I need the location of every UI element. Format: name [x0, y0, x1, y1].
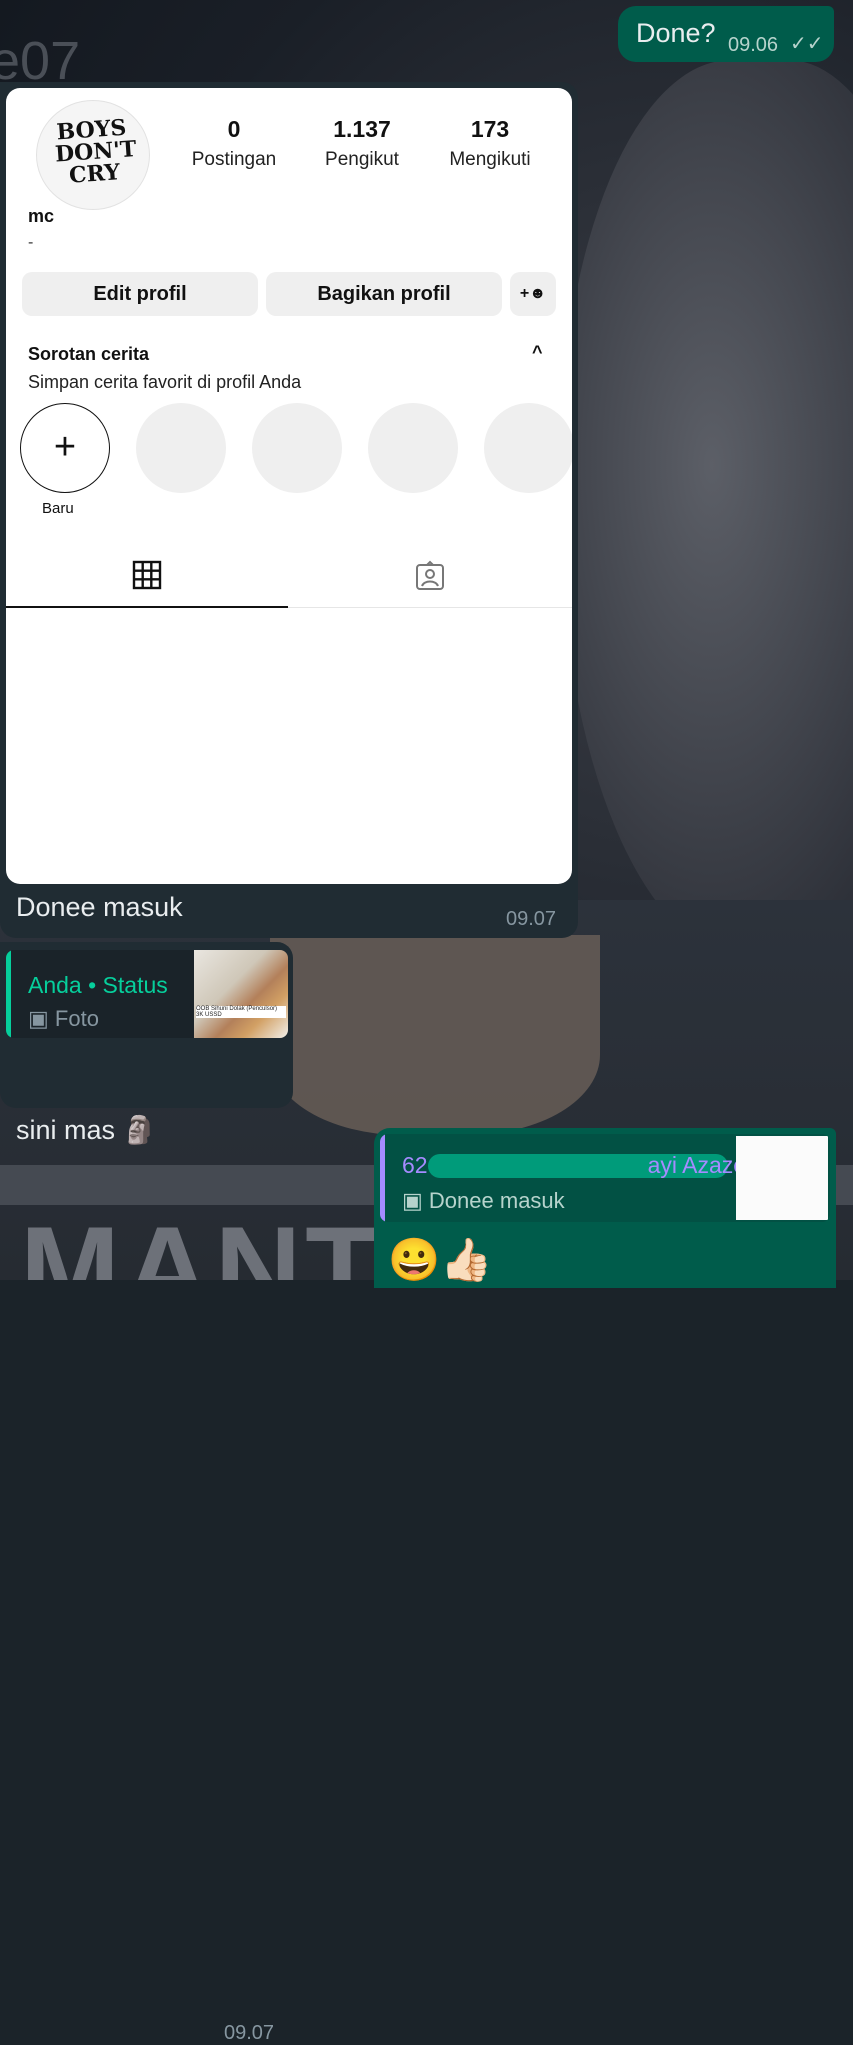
message-text: Done?	[636, 18, 716, 48]
highlights-title: Sorotan cerita	[28, 344, 150, 364]
quote-author: 62 ayi Azazel	[402, 1152, 751, 1179]
quoted-message[interactable]: 62 ayi Azazel ▣ Donee masuk	[380, 1134, 830, 1222]
highlights-subtitle: Simpan cerita favorit di profil Anda	[28, 372, 302, 392]
plus-icon: +	[53, 426, 77, 468]
highlight-placeholder	[368, 403, 458, 493]
instagram-profile-screenshot[interactable]: BOYS DON'T CRY 0 Postingan 1.137 Pengikut …	[6, 88, 572, 884]
quoted-status[interactable]: Anda • Status ▣ Foto OOB Sihuni Dolak (P…	[6, 950, 288, 1038]
highlight-placeholder	[252, 403, 342, 493]
quote-bar	[380, 1134, 385, 1222]
quote-type: ▣ Donee masuk	[402, 1188, 565, 1214]
profile-bio: -	[28, 234, 34, 251]
double-check-icon: ✓✓	[790, 33, 824, 55]
edit-profile-button[interactable]: Edit profil	[22, 272, 258, 316]
stat-followers: 1.137 Pengikut	[302, 116, 422, 171]
new-highlight-button[interactable]: +	[20, 403, 110, 493]
chevron-up-icon[interactable]: ^	[532, 342, 543, 363]
quote-type-label: Donee masuk	[428, 1188, 565, 1213]
stat-value: 0	[227, 116, 241, 142]
wallpaper-face	[560, 60, 853, 960]
stat-label: Pengikut	[325, 149, 399, 170]
add-person-icon[interactable]: +☻	[510, 272, 556, 316]
stat-value: 173	[470, 116, 510, 142]
stat-label: Mengikuti	[449, 149, 531, 170]
highlight-placeholder	[136, 403, 226, 493]
quote-type: ▣ Foto	[28, 1006, 99, 1032]
wallpaper-neck	[270, 935, 600, 1135]
outgoing-message-bubble[interactable]: Done? 09.06 ✓✓	[618, 6, 834, 62]
message-time: 09.07	[506, 908, 557, 930]
stat-posts: 0 Postingan	[174, 116, 294, 171]
stat-value: 1.137	[333, 116, 391, 142]
quoted-thumbnail	[736, 1136, 828, 1220]
stat-following: 173 Mengikuti	[430, 116, 550, 171]
tab-divider	[288, 607, 572, 608]
message-text: 😀👍🏻	[388, 1236, 493, 1283]
photo-icon: ▣	[402, 1188, 423, 1213]
incoming-reply-message[interactable]: Anda • Status ▣ Foto OOB Sihuni Dolak (P…	[0, 942, 293, 2044]
photo-icon: ▣	[28, 1006, 49, 1031]
outgoing-reply-message[interactable]: 62 ayi Azazel ▣ Donee masuk 😀👍🏻	[374, 1128, 836, 1288]
message-text: sini mas 🗿	[16, 1115, 157, 1145]
wallpaper-bottom-text: MANT	[20, 1202, 383, 1280]
message-text: Donee masuk	[16, 892, 183, 922]
incoming-image-message[interactable]: BOYS DON'T CRY 0 Postingan 1.137 Pengikut …	[0, 82, 578, 938]
message-time: 09.06	[728, 34, 779, 56]
quote-author-start: 62	[402, 1152, 428, 1178]
avatar: BOYS DON'T CRY	[36, 100, 150, 210]
active-tab-indicator	[6, 606, 288, 608]
message-time: 09.07	[224, 2022, 275, 2044]
share-profile-button[interactable]: Bagikan profil	[266, 272, 502, 316]
tagged-icon[interactable]	[414, 560, 446, 592]
grid-icon[interactable]	[132, 560, 162, 590]
quote-author: Anda • Status	[28, 972, 168, 998]
avatar-logo: BOYS DON'T CRY	[54, 114, 138, 189]
profile-username: mc	[28, 206, 55, 226]
thumbnail-caption: OOB Sihuni Dolak (Penculsor) 3K USSD	[196, 1006, 286, 1018]
stat-label: Postingan	[191, 149, 277, 170]
quote-bar	[6, 950, 11, 1038]
highlight-placeholder	[484, 403, 572, 493]
quote-type-label: Foto	[54, 1006, 99, 1031]
status-thumbnail: OOB Sihuni Dolak (Penculsor) 3K USSD	[194, 950, 288, 1038]
new-highlight-label: Baru	[42, 500, 74, 517]
